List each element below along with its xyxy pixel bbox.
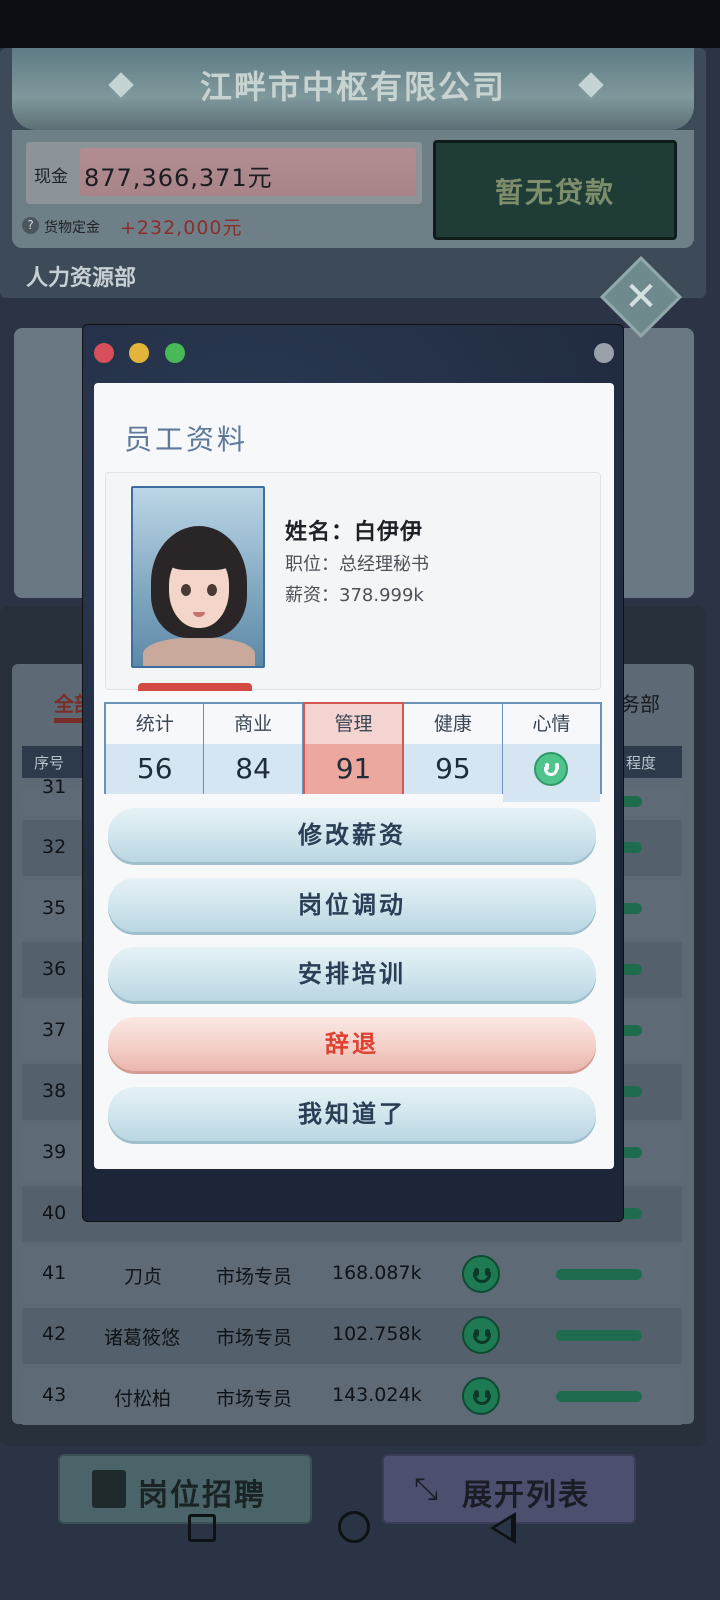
goods-deposit-value: +232,000元	[120, 217, 243, 239]
stat-value: 56	[106, 744, 204, 794]
row-seq: 39	[42, 1141, 67, 1163]
cash-value: 877,366,371元	[84, 164, 273, 192]
recruit-label: 岗位招聘	[138, 1478, 266, 1513]
document-search-icon	[92, 1470, 126, 1508]
stat-label: 管理	[304, 704, 403, 744]
transfer-position-button[interactable]: 岗位调动	[108, 878, 596, 932]
row-seq: 41	[42, 1262, 67, 1284]
close-icon: ✕	[624, 274, 658, 320]
column-header-degree: 程度	[626, 754, 657, 772]
stat-business: 商业 84	[204, 704, 303, 794]
row-salary: 102.758k	[332, 1323, 422, 1345]
expand-list-label: 展开列表	[462, 1478, 590, 1513]
employee-position: 职位：总经理秘书	[285, 554, 429, 575]
row-seq: 36	[42, 958, 67, 980]
expand-arrows-icon: ⤡	[414, 1472, 438, 1507]
window-dot-red-icon	[94, 343, 114, 363]
stats-table: 统计 56 商业 84 管理 91 健康 95 心情	[104, 702, 602, 802]
stat-label: 健康	[404, 704, 502, 744]
row-name: 诸葛筱悠	[104, 1327, 181, 1349]
status-bar-area	[0, 0, 720, 48]
stat-value: 95	[404, 744, 502, 794]
row-seq: 32	[42, 836, 67, 858]
mood-smiley-icon	[462, 1255, 500, 1293]
row-name: 付松柏	[114, 1388, 172, 1410]
stat-health: 健康 95	[404, 704, 503, 794]
row-progress-bar	[556, 1269, 642, 1280]
window-dot-yellow-icon	[129, 343, 149, 363]
recent-apps-icon[interactable]	[188, 1514, 216, 1542]
department-title: 人力资源部	[26, 266, 137, 291]
smiley-icon	[534, 752, 569, 786]
acknowledge-button[interactable]: 我知道了	[108, 1087, 596, 1141]
row-seq: 38	[42, 1080, 67, 1102]
row-salary: 168.087k	[332, 1262, 422, 1284]
row-position: 市场专员	[216, 1327, 293, 1349]
window-dot-green-icon	[165, 343, 185, 363]
stat-mood: 心情	[502, 704, 601, 802]
row-progress-bar	[556, 1330, 642, 1341]
cash-label: 现金	[34, 167, 68, 187]
company-name: 江畔市中枢有限公司	[199, 68, 506, 106]
row-name: 刀贞	[124, 1266, 163, 1288]
home-icon[interactable]	[338, 1511, 370, 1543]
goods-deposit-label: 货物定金	[44, 220, 100, 236]
stat-value: 91	[304, 744, 403, 794]
stat-management: 管理 91	[302, 702, 405, 794]
stat-value	[502, 744, 601, 802]
loan-label: 暂无贷款	[494, 176, 615, 209]
tab-business-dept[interactable]: 务部	[620, 688, 660, 717]
row-salary: 143.024k	[332, 1384, 422, 1406]
stat-label: 统计	[106, 704, 204, 744]
row-seq: 42	[42, 1323, 67, 1345]
stat-value: 84	[204, 744, 302, 794]
row-position: 市场专员	[216, 1388, 293, 1410]
adjust-salary-button[interactable]: 修改薪资	[108, 808, 596, 862]
mood-smiley-icon	[462, 1316, 500, 1354]
dismiss-button[interactable]: 辞退	[108, 1017, 596, 1071]
employee-salary: 薪资：378.999k	[285, 585, 424, 606]
row-seq: 37	[42, 1019, 67, 1041]
mood-smiley-icon	[462, 1377, 500, 1415]
tab-active-indicator	[54, 718, 84, 723]
row-seq: 31	[42, 776, 67, 798]
employee-portrait	[131, 486, 265, 668]
row-progress-bar	[556, 1391, 642, 1402]
row-seq: 35	[42, 897, 67, 919]
stat-statistics: 统计 56	[106, 704, 205, 794]
window-dot-grey-icon	[594, 343, 614, 363]
stat-label: 商业	[204, 704, 302, 744]
row-seq: 43	[42, 1384, 67, 1406]
help-icon[interactable]: ?	[22, 217, 39, 234]
arrange-training-button[interactable]: 安排培训	[108, 947, 596, 1001]
employee-name: 姓名：白伊伊	[285, 520, 424, 545]
portrait-tag	[138, 683, 252, 691]
dialog-title: 员工资料	[124, 423, 249, 456]
row-position: 市场专员	[216, 1266, 293, 1288]
row-seq: 40	[42, 1202, 67, 1224]
column-header-seq: 序号	[34, 754, 65, 772]
back-icon-inner	[495, 1518, 511, 1538]
stat-label: 心情	[502, 704, 601, 744]
